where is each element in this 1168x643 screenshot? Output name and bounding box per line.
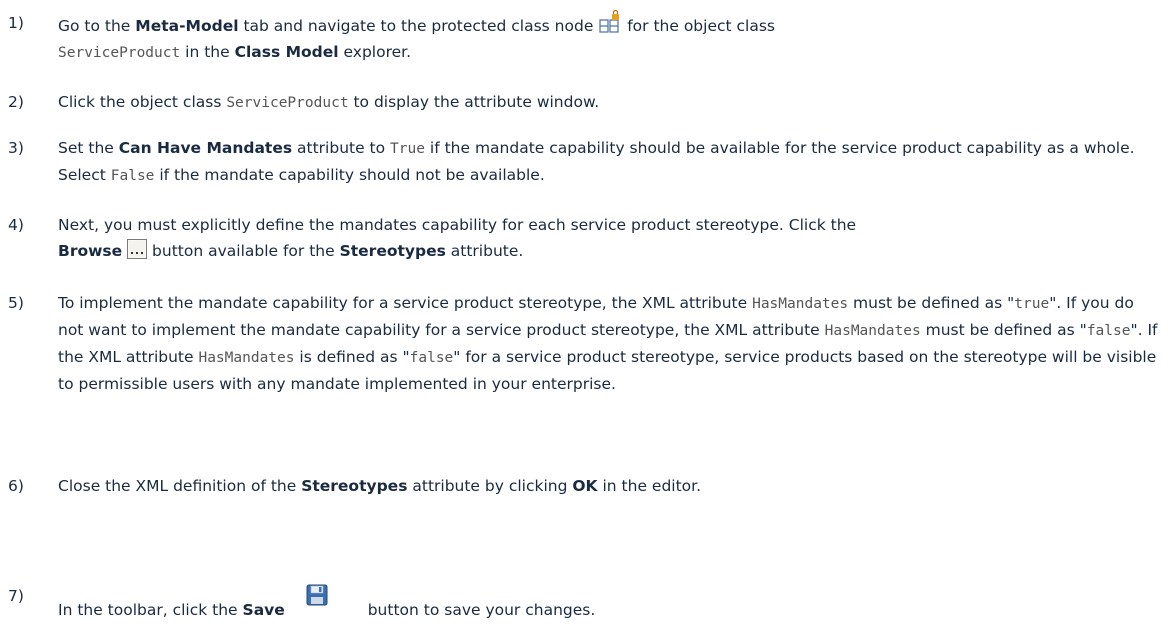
step-3: 3) Set the Can Have Mandates attribute t… [8, 135, 1164, 189]
code-true: True [390, 141, 425, 157]
code-hasmandates: HasMandates [198, 350, 295, 366]
step-number: 6) [8, 477, 24, 495]
step-2: 2) Click the object class ServiceProduct… [8, 89, 1164, 116]
stereotypes-ref: Stereotypes [339, 242, 446, 260]
step-text: Close the XML definition of the Stereoty… [58, 477, 702, 495]
save-ref: Save [242, 601, 285, 619]
step-1: 1) Go to the Meta-Model tab and navigate… [8, 10, 1164, 66]
code-true: true [1014, 296, 1050, 312]
save-floppy-icon [306, 584, 328, 606]
can-have-mandates-ref: Can Have Mandates [118, 139, 293, 157]
step-text: Click the object class ServiceProduct to… [58, 93, 600, 111]
protected-class-node-icon [599, 10, 620, 33]
class-model-ref: Class Model [234, 43, 339, 61]
step-7: 7) In the toolbar, click the Save button… [8, 583, 1164, 623]
step-number: 2) [8, 93, 24, 111]
step-number: 1) [8, 14, 24, 32]
code-hasmandates: HasMandates [824, 323, 921, 339]
stereotypes-ref: Stereotypes [301, 477, 408, 495]
step-number: 5) [8, 294, 24, 312]
meta-model-tab-ref: Meta-Model [135, 17, 239, 35]
code-hasmandates: HasMandates [752, 296, 849, 312]
code-serviceproduct: ServiceProduct [58, 45, 181, 61]
ok-ref: OK [572, 477, 598, 495]
step-text: Next, you must explicitly define the man… [58, 216, 857, 260]
step-6: 6) Close the XML definition of the Stere… [8, 473, 1164, 499]
code-false: False [110, 168, 155, 184]
code-false: false [1086, 323, 1131, 339]
step-text: Set the Can Have Mandates attribute to T… [58, 139, 1135, 184]
browse-ref: Browse [58, 242, 123, 260]
code-serviceproduct: ServiceProduct [226, 95, 349, 111]
step-4: 4) Next, you must explicitly define the … [8, 212, 1164, 264]
step-text: In the toolbar, click the Save button to… [58, 583, 1164, 623]
step-5: 5) To implement the mandate capability f… [8, 290, 1164, 397]
browse-ellipsis-icon [127, 239, 148, 259]
step-number: 4) [8, 216, 24, 234]
step-number: 7) [8, 587, 24, 605]
step-text: Go to the Meta-Model tab and navigate to… [58, 10, 1164, 66]
code-false: false [409, 350, 454, 366]
step-number: 3) [8, 139, 24, 157]
step-text: To implement the mandate capability for … [58, 294, 1158, 393]
